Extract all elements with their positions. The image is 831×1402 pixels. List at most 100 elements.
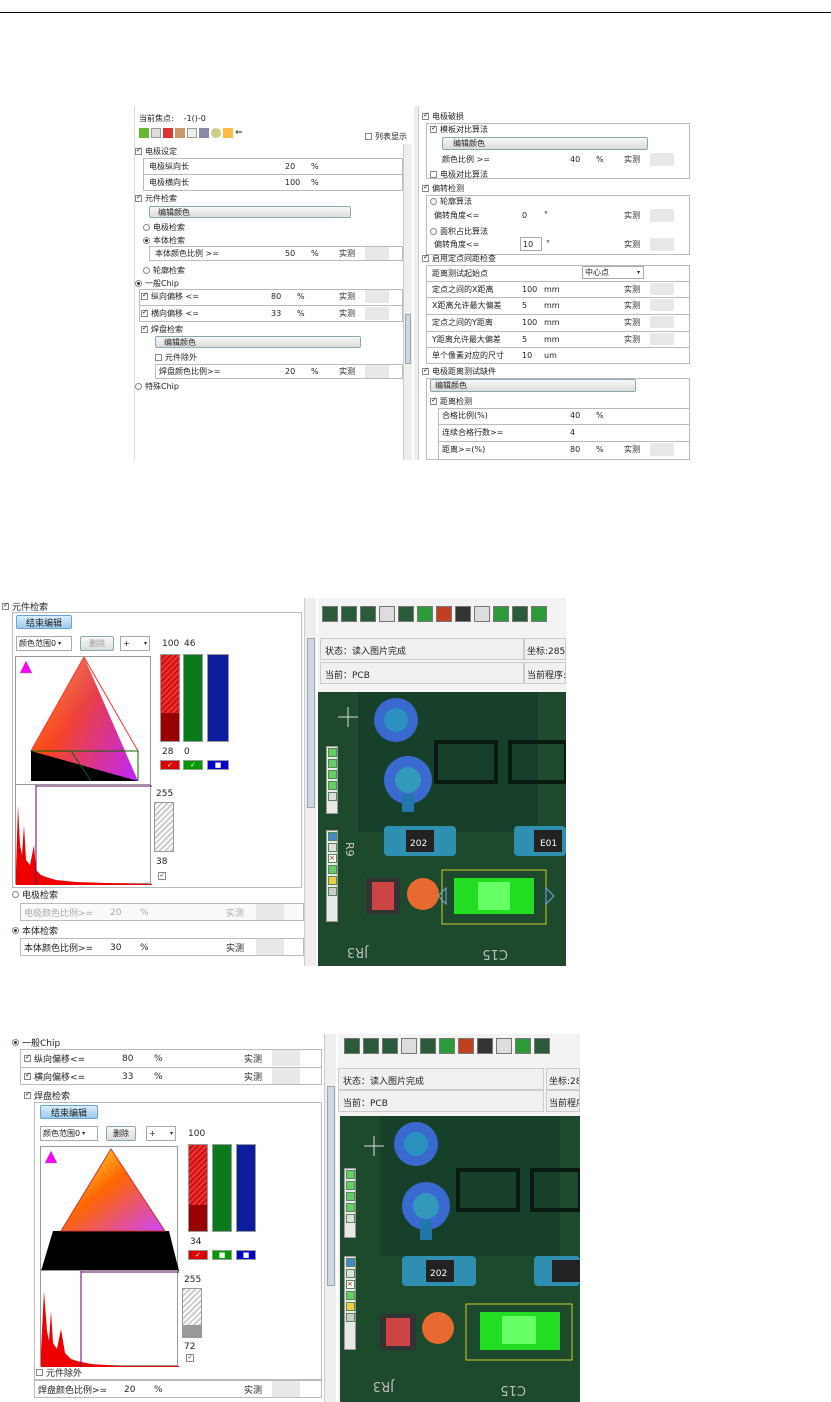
blue-bar[interactable]: [207, 654, 229, 742]
measure-label[interactable]: 实测: [244, 1052, 262, 1065]
chip-icon[interactable]: [322, 606, 338, 622]
close-icon[interactable]: ×: [328, 854, 337, 863]
measure-label[interactable]: 实测: [339, 248, 355, 259]
chip-icon[interactable]: [515, 1038, 531, 1054]
measure-label[interactable]: 实测: [244, 1383, 262, 1396]
green-bar[interactable]: [183, 654, 203, 742]
bottom-scrollbar[interactable]: [324, 1034, 336, 1402]
pad-check-checkbox-2[interactable]: [24, 1090, 31, 1099]
red-channel-checkbox[interactable]: ✓: [160, 760, 180, 770]
chart-icon[interactable]: [346, 1258, 355, 1267]
delete-button-2[interactable]: 删除: [106, 1126, 136, 1141]
electrode-distance-checkbox[interactable]: [422, 366, 429, 375]
chip-icon[interactable]: [363, 1038, 379, 1054]
comp-exclude-checkbox-2[interactable]: [36, 1368, 43, 1376]
arrow-left-icon[interactable]: [346, 1192, 355, 1201]
lock-icon[interactable]: [328, 887, 337, 896]
x-dev-value[interactable]: 5: [522, 301, 527, 310]
h-offset-value[interactable]: 33: [271, 309, 281, 318]
pen-icon[interactable]: [379, 606, 395, 622]
special-chip-radio[interactable]: [135, 382, 142, 390]
op-select-2[interactable]: + ▾: [146, 1126, 176, 1141]
pcb-image-2[interactable]: 202 JR3 C15 ×: [340, 1116, 580, 1402]
red-bar-2[interactable]: [188, 1144, 208, 1232]
shape-icon[interactable]: [439, 1038, 455, 1054]
measure-label[interactable]: 实测: [624, 300, 640, 311]
barcode-icon[interactable]: [496, 1038, 512, 1054]
lock-icon[interactable]: [346, 1313, 355, 1322]
doc-icon[interactable]: [328, 843, 337, 852]
measure-label[interactable]: 实测: [624, 154, 640, 165]
consecutive-value[interactable]: 4: [570, 428, 575, 437]
general-chip-radio[interactable]: [135, 279, 142, 287]
folder-icon[interactable]: [346, 1302, 355, 1311]
blue-channel-checkbox[interactable]: ■: [207, 760, 229, 770]
chip-icon[interactable]: [493, 606, 509, 622]
general-chip-radio-2[interactable]: [12, 1038, 19, 1046]
histogram-2[interactable]: [40, 1270, 179, 1367]
body-ratio-value-2[interactable]: 30: [110, 943, 121, 953]
chip-icon[interactable]: [382, 1038, 398, 1054]
arrow-left-icon[interactable]: [328, 770, 337, 779]
measure-label[interactable]: 实测: [226, 906, 244, 919]
measure-label[interactable]: 实测: [339, 308, 355, 319]
gray-bar-2[interactable]: [182, 1288, 202, 1338]
measure-label[interactable]: 实测: [339, 291, 355, 302]
v-offset-checkbox-2[interactable]: [24, 1053, 31, 1062]
comp-exclude-checkbox[interactable]: [155, 353, 162, 361]
template-compare-checkbox[interactable]: [430, 124, 437, 133]
v-offset-value-2[interactable]: 80: [122, 1054, 133, 1064]
red-bar[interactable]: [160, 654, 180, 742]
deflect-angle2-input[interactable]: 10: [520, 237, 542, 251]
deflect-angle-value[interactable]: 0: [522, 211, 527, 220]
measure-label[interactable]: 实测: [624, 284, 640, 295]
delete-button[interactable]: 删除: [80, 636, 114, 651]
arrow-down-icon[interactable]: [328, 759, 337, 768]
end-edit-button[interactable]: 结束编辑: [16, 615, 72, 629]
doc-icon[interactable]: [346, 1269, 355, 1278]
pcb-image[interactable]: 202 E01 R9 JR3 C15 ×: [318, 692, 566, 966]
green-bar-2[interactable]: [212, 1144, 232, 1232]
measure-label[interactable]: 实测: [624, 334, 640, 345]
electrode-check-radio[interactable]: [143, 223, 150, 231]
body-check-radio[interactable]: [143, 236, 150, 244]
h-offset-checkbox[interactable]: [141, 308, 148, 317]
body-check-radio-2[interactable]: [12, 926, 19, 934]
chart-icon[interactable]: [328, 832, 337, 841]
green-channel-checkbox[interactable]: ✓: [183, 760, 203, 770]
hist-checkbox[interactable]: ✓: [158, 872, 166, 880]
blue-channel-checkbox-2[interactable]: ■: [236, 1250, 256, 1260]
color-range-select-2[interactable]: 颜色范围0 ▾: [40, 1126, 98, 1141]
indent-icon[interactable]: ⇐: [235, 128, 245, 138]
close-icon[interactable]: ×: [346, 1280, 355, 1289]
electrode-break-checkbox[interactable]: [422, 111, 429, 120]
page-icon[interactable]: [223, 128, 233, 138]
y-dev-value[interactable]: 5: [522, 335, 527, 344]
list-icon[interactable]: [175, 128, 185, 138]
center-point-select[interactable]: 中心点 ▾: [582, 266, 644, 279]
list-icon[interactable]: [346, 1214, 355, 1223]
v-offset-value[interactable]: 80: [271, 292, 281, 301]
electrode-compare-checkbox[interactable]: [430, 170, 437, 178]
arrow-up-icon[interactable]: [346, 1170, 355, 1179]
distance-check-checkbox[interactable]: [430, 396, 437, 405]
area-algo-radio[interactable]: [430, 227, 437, 235]
blue-bar-2[interactable]: [236, 1144, 256, 1232]
arrow-up-icon[interactable]: [328, 748, 337, 757]
component-check-checkbox-2[interactable]: [2, 601, 9, 610]
edit-color-button-3[interactable]: 编辑颜色: [442, 137, 648, 150]
copy-icon[interactable]: [151, 128, 161, 138]
h-offset-value-2[interactable]: 33: [122, 1072, 133, 1082]
distance-ge-value[interactable]: 80: [570, 445, 580, 454]
h-offset-checkbox-2[interactable]: [24, 1071, 31, 1080]
save-icon[interactable]: [346, 1291, 355, 1300]
measure-label[interactable]: 实测: [624, 239, 640, 250]
gray-bar[interactable]: [154, 802, 174, 852]
measure-label[interactable]: 实测: [244, 1070, 262, 1083]
edit-color-button-4[interactable]: 编辑颜色: [430, 379, 636, 392]
body-ratio-value[interactable]: 50: [285, 249, 295, 258]
chip-icon[interactable]: [344, 1038, 360, 1054]
edit-color-button-2[interactable]: 编辑颜色: [155, 336, 361, 348]
pixel-size-value[interactable]: 10: [522, 351, 532, 360]
color-range-select[interactable]: 颜色范围0 ▾: [16, 636, 72, 651]
